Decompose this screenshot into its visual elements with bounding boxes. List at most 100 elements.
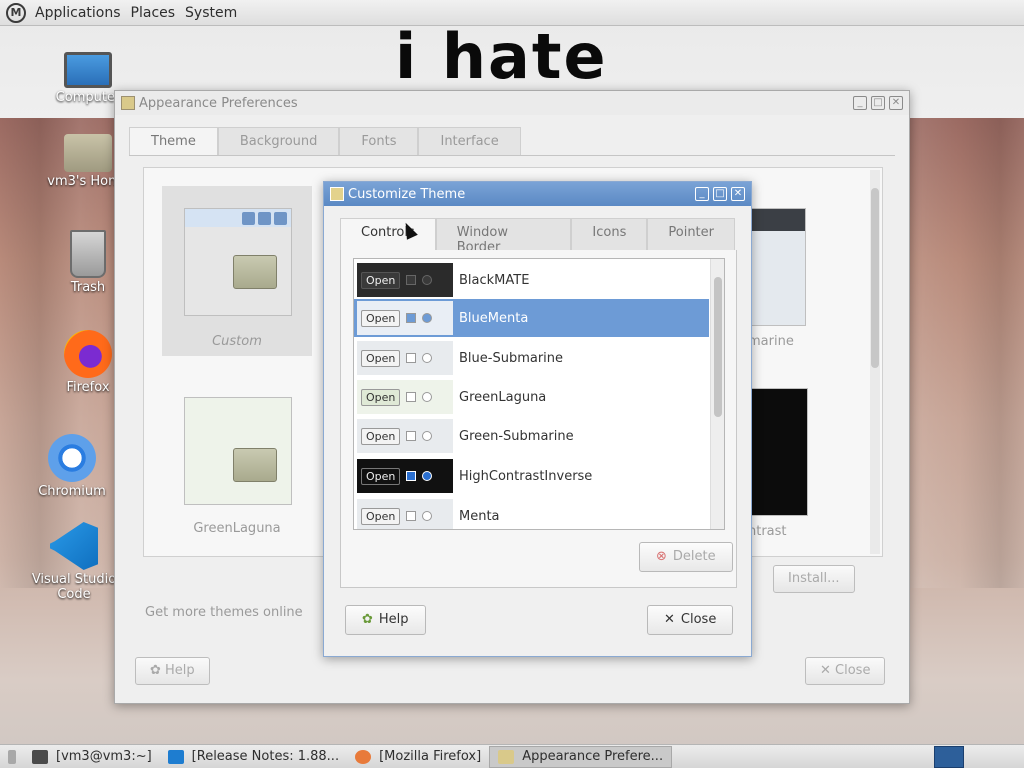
theme-scroll-thumb[interactable]: [871, 188, 879, 368]
help-button[interactable]: ✿ Help: [135, 657, 210, 685]
close-label: Close: [835, 663, 871, 678]
close-x-icon: ✕: [664, 612, 675, 627]
tab-background[interactable]: Background: [217, 127, 340, 155]
desktop-icon-label: Visual Studio Code: [31, 572, 117, 602]
task-appearance[interactable]: Appearance Prefere...: [489, 745, 673, 768]
trash-icon: [70, 230, 106, 278]
task-terminal[interactable]: [vm3@vm3:~]: [24, 746, 160, 768]
home-folder-icon: [64, 134, 112, 172]
menu-system[interactable]: System: [180, 5, 242, 21]
firefox-icon: [64, 330, 112, 378]
close-button[interactable]: ✕ Close: [805, 657, 886, 685]
vscode-icon: [167, 749, 184, 764]
theme-list-scrollbar[interactable]: [710, 259, 724, 529]
minimize-icon[interactable]: _: [695, 187, 709, 201]
desktop-icon-vscode[interactable]: Visual Studio Code: [24, 522, 124, 602]
task-vscode[interactable]: [Release Notes: 1.88...: [160, 746, 347, 768]
workspace-switcher[interactable]: [934, 745, 964, 768]
dialog-close-button[interactable]: ✕ Close: [647, 605, 734, 635]
theme-thumbnail: Open: [357, 419, 453, 453]
help-label: Help: [165, 663, 195, 678]
preview-radio: [422, 471, 433, 481]
theme-tile-submarine[interactable]: marine: [748, 198, 808, 354]
theme-name: Menta: [459, 508, 500, 524]
close-icon[interactable]: ✕: [731, 187, 745, 201]
task-label: [Release Notes: 1.88...: [191, 749, 340, 764]
dialog-help-button[interactable]: ✿ Help: [345, 605, 426, 635]
install-button[interactable]: Install...: [773, 565, 855, 593]
preview-open-button: Open: [361, 388, 401, 406]
theme-thumbnail: Open: [357, 301, 453, 335]
vscode-icon: [50, 522, 98, 570]
workspace-3[interactable]: [994, 746, 1024, 768]
preview-radio: [422, 392, 433, 402]
preview-open-button: Open: [361, 507, 401, 525]
minimize-icon[interactable]: _: [853, 96, 867, 110]
show-desktop-button[interactable]: [0, 746, 24, 768]
theme-name: BlueMenta: [459, 310, 529, 326]
delete-button[interactable]: ⊗ Delete: [639, 542, 733, 572]
theme-tile-label: ntrast: [748, 524, 787, 539]
theme-row-green-submarine[interactable]: Open Green-Submarine: [354, 417, 709, 455]
preview-checkbox: [406, 431, 417, 441]
tab-interface[interactable]: Interface: [418, 127, 521, 155]
theme-list-scroll-thumb[interactable]: [714, 277, 722, 417]
theme-tile-custom[interactable]: Custom: [162, 186, 312, 356]
help-label: Help: [378, 612, 409, 627]
mate-logo-icon[interactable]: M: [6, 2, 26, 23]
help-icon: ✿: [362, 612, 373, 627]
tab-fonts[interactable]: Fonts: [339, 127, 419, 155]
theme-scrollbar[interactable]: [870, 170, 880, 554]
preview-checkbox: [406, 511, 417, 521]
preview-radio: [422, 313, 433, 323]
terminal-icon: [32, 749, 48, 764]
close-icon[interactable]: ✕: [889, 96, 903, 110]
customize-titlebar[interactable]: Customize Theme _ □ ✕: [324, 182, 751, 206]
theme-thumbnail: Open: [357, 499, 453, 529]
task-firefox[interactable]: [Mozilla Firefox]: [347, 746, 489, 768]
close-label: Close: [680, 612, 717, 627]
workspace-2[interactable]: [964, 746, 994, 768]
preview-open-button: Open: [361, 427, 401, 445]
theme-thumbnail: Open: [357, 341, 453, 375]
theme-row-greenlaguna[interactable]: Open GreenLaguna: [354, 378, 709, 416]
preview-open-button: Open: [361, 271, 401, 289]
theme-thumbnail: Open: [357, 380, 453, 414]
desktop-icon-chromium[interactable]: Chromium: [22, 434, 122, 499]
task-label: [vm3@vm3:~]: [56, 749, 152, 764]
preview-checkbox: [406, 392, 417, 402]
theme-list: Open BlackMATE Open BlueMenta Open Blue-…: [353, 258, 725, 530]
preview-button: [258, 211, 271, 225]
controls-panel: Open BlackMATE Open BlueMenta Open Blue-…: [340, 250, 737, 588]
theme-tile-greenlaguna[interactable]: GreenLaguna: [162, 393, 312, 543]
theme-row-highcontrastinverse[interactable]: Open HighContrastInverse: [354, 457, 709, 495]
theme-preview: [184, 208, 292, 316]
theme-row-menta[interactable]: Open Menta: [354, 497, 709, 529]
preview-radio: [422, 511, 433, 521]
theme-tile-contrast[interactable]: ntrast: [748, 388, 808, 543]
dialog-title: Customize Theme: [348, 186, 466, 202]
theme-preview: [748, 388, 808, 516]
tab-theme[interactable]: Theme: [129, 127, 218, 155]
theme-row-blue-submarine[interactable]: Open Blue-Submarine: [354, 339, 709, 377]
maximize-icon[interactable]: □: [713, 187, 727, 201]
theme-name: Blue-Submarine: [459, 350, 564, 366]
theme-tile-label: GreenLaguna: [193, 521, 281, 536]
menu-applications[interactable]: Applications: [30, 5, 126, 21]
theme-row-bluementa[interactable]: Open BlueMenta: [354, 299, 709, 337]
preview-button: [242, 211, 255, 225]
banner-text: i hate: [395, 20, 608, 93]
theme-name: Green-Submarine: [459, 428, 574, 444]
theme-name: HighContrastInverse: [459, 468, 593, 484]
task-label: Appearance Prefere...: [522, 749, 664, 764]
window-title: Appearance Preferences: [139, 95, 298, 111]
preview-checkbox: [406, 275, 417, 285]
preview-radio: [422, 275, 433, 285]
appearance-titlebar[interactable]: Appearance Preferences _ □ ✕: [115, 91, 909, 115]
theme-row-blackmate[interactable]: Open BlackMATE: [354, 261, 709, 299]
maximize-icon[interactable]: □: [871, 96, 885, 110]
theme-tile-label: Custom: [212, 334, 262, 349]
menu-places[interactable]: Places: [126, 5, 181, 21]
preview-button: [274, 211, 287, 225]
get-more-themes-link[interactable]: Get more themes online: [145, 605, 303, 620]
